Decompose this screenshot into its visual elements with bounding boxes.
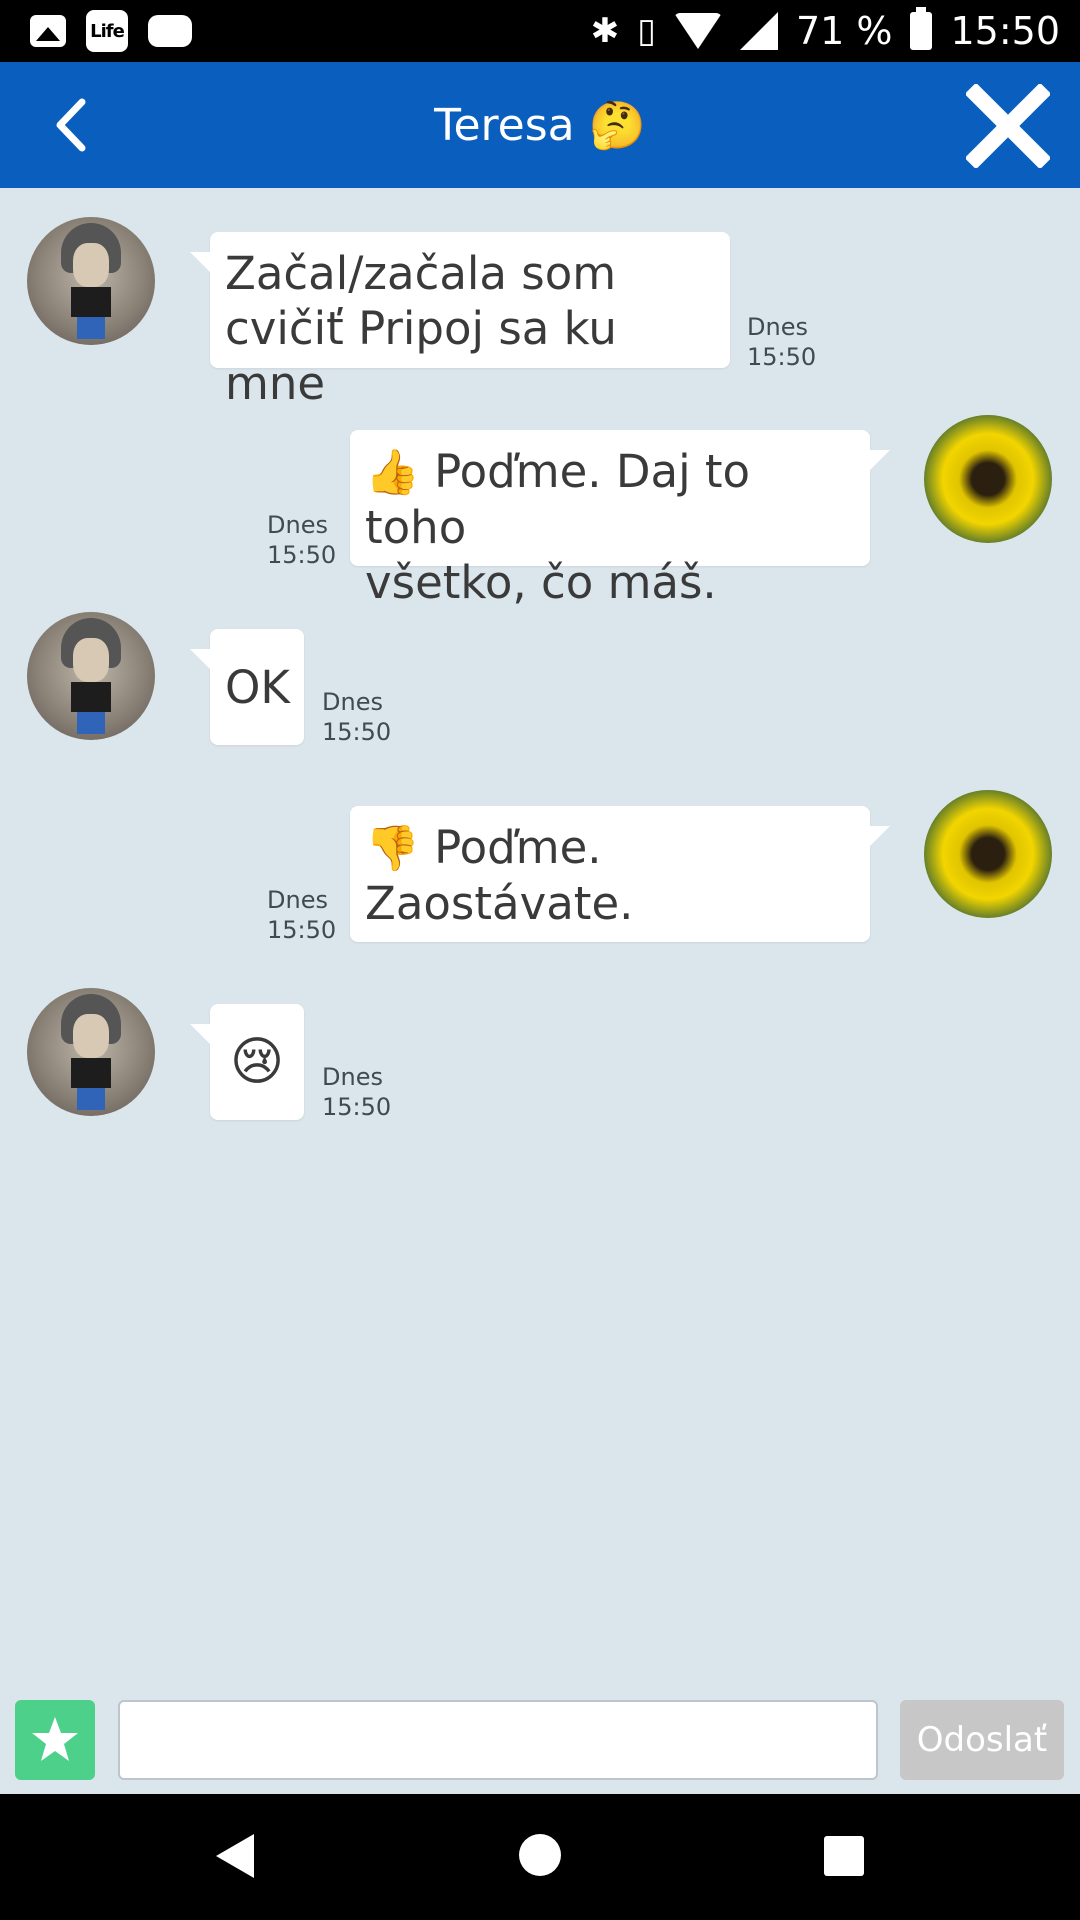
- nav-home-icon[interactable]: [519, 1834, 561, 1876]
- close-button[interactable]: [964, 82, 1052, 170]
- status-right: ✱ ▯ 71 % 15:50: [591, 6, 1060, 56]
- status-time: 15:50: [950, 9, 1060, 53]
- life-app-icon: Life: [86, 10, 128, 52]
- battery-percent: 71 %: [795, 9, 893, 53]
- own-avatar[interactable]: [924, 790, 1052, 918]
- thumbs-up-icon: 👍: [365, 447, 420, 498]
- message-text-line: Začal/začala som: [225, 247, 617, 300]
- send-button[interactable]: Odoslať: [900, 1700, 1064, 1780]
- message-timestamp: Dnes 15:50: [322, 1062, 391, 1122]
- vibrate-icon: ▯: [637, 11, 656, 51]
- timestamp-date: Dnes: [322, 688, 383, 716]
- message-text-line: 👎 Poďme.: [365, 820, 855, 876]
- message-bubble-incoming[interactable]: 😢: [190, 1004, 304, 1120]
- battery-icon: [910, 7, 933, 50]
- message-text-line: 👍 Poďme. Daj to toho: [365, 444, 855, 555]
- gallery-icon: [30, 15, 66, 47]
- contact-avatar[interactable]: [27, 612, 155, 740]
- timestamp-date: Dnes: [322, 1063, 383, 1091]
- message-bubble-incoming[interactable]: OK: [190, 629, 304, 745]
- message-text: Poďme.: [434, 821, 602, 874]
- timestamp-time: 15:50: [267, 916, 337, 944]
- status-left: Life: [30, 10, 192, 52]
- contact-name: Teresa: [434, 99, 575, 151]
- chat-icon: [148, 15, 192, 47]
- message-timestamp: Dnes 15:50: [267, 510, 336, 570]
- timestamp-time: 15:50: [322, 1093, 392, 1121]
- composer-bar: Odoslať: [0, 1694, 1080, 1794]
- timestamp-time: 15:50: [322, 718, 392, 746]
- timestamp-date: Dnes: [747, 313, 808, 341]
- message-bubble-incoming[interactable]: Začal/začala som cvičiť Pripoj sa ku mne: [190, 232, 730, 410]
- chat-area[interactable]: Začal/začala som cvičiť Pripoj sa ku mne…: [0, 188, 1080, 1694]
- timestamp-date: Dnes: [267, 511, 328, 539]
- status-bar: Life ✱ ▯ 71 % 15:50: [0, 0, 1080, 62]
- message-timestamp: Dnes 15:50: [747, 312, 816, 372]
- bluetooth-icon: ✱: [590, 11, 620, 51]
- message-bubble-outgoing[interactable]: 👍 Poďme. Daj to toho všetko, čo máš.: [350, 430, 890, 609]
- message-text: Poďme. Daj to toho: [365, 445, 751, 554]
- contact-avatar[interactable]: [27, 988, 155, 1116]
- timestamp-time: 15:50: [747, 343, 817, 371]
- message-input[interactable]: [118, 1700, 878, 1780]
- message-timestamp: Dnes 15:50: [267, 885, 336, 945]
- title-emoji: 🤔: [588, 97, 646, 152]
- system-nav-bar: [0, 1794, 1080, 1920]
- chat-title: Teresa 🤔: [0, 62, 1080, 188]
- app-header: Teresa 🤔: [0, 62, 1080, 188]
- message-bubble-outgoing[interactable]: 👎 Poďme. Zaostávate.: [350, 806, 890, 942]
- message-text-line: všetko, čo máš.: [365, 556, 717, 609]
- timestamp-date: Dnes: [267, 886, 328, 914]
- contact-avatar[interactable]: [27, 217, 155, 345]
- nav-back-icon[interactable]: [216, 1834, 254, 1878]
- message-timestamp: Dnes 15:50: [322, 687, 391, 747]
- crying-face-icon: 😢: [229, 1031, 285, 1092]
- star-icon: [32, 1717, 78, 1761]
- own-avatar[interactable]: [924, 415, 1052, 543]
- message-text-line: cvičiť Pripoj sa ku mne: [225, 302, 617, 410]
- wifi-icon: [673, 13, 722, 49]
- timestamp-time: 15:50: [267, 541, 337, 569]
- thumbs-down-icon: 👎: [365, 823, 420, 874]
- nav-recents-icon[interactable]: [824, 1836, 864, 1876]
- message-text: OK: [225, 660, 290, 714]
- close-icon: [964, 82, 1052, 170]
- stickers-button[interactable]: [15, 1700, 95, 1780]
- signal-icon: [739, 12, 778, 50]
- life-app-label: Life: [90, 20, 125, 42]
- message-text-line: Zaostávate.: [365, 877, 634, 930]
